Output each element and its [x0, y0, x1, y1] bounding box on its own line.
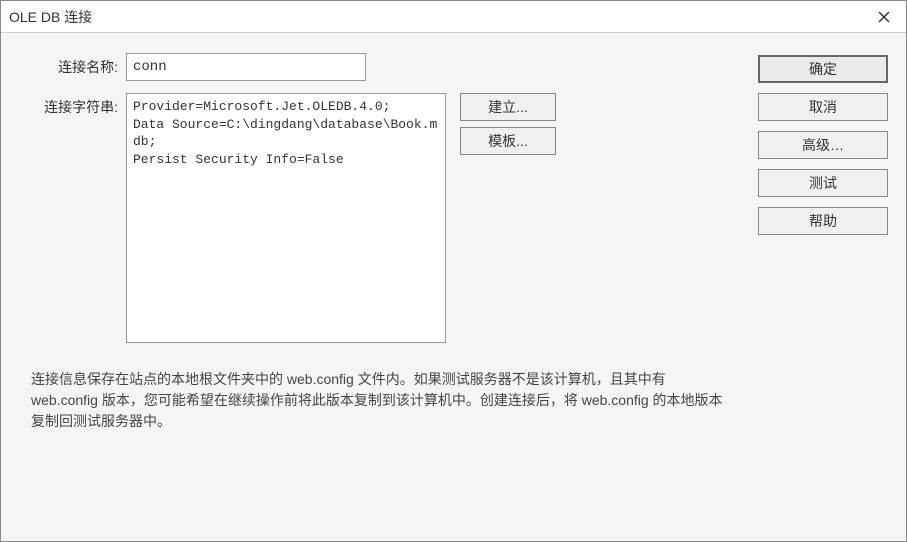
main-column: 连接名称: 连接字符串: 建立... 模板... 连接信息保存在站点的本地根文件…: [31, 53, 740, 523]
mid-buttons: 建立... 模板...: [460, 93, 556, 155]
name-label: 连接名称:: [31, 53, 126, 77]
dialog-body: 连接名称: 连接字符串: 建立... 模板... 连接信息保存在站点的本地根文件…: [1, 33, 906, 541]
connection-name-input[interactable]: [126, 53, 366, 81]
close-icon: [878, 11, 890, 23]
name-row: 连接名称:: [31, 53, 740, 81]
connection-string-textarea[interactable]: [126, 93, 446, 343]
window-title: OLE DB 连接: [9, 7, 92, 27]
template-button[interactable]: 模板...: [460, 127, 556, 155]
advanced-button[interactable]: 高级…: [758, 131, 888, 159]
info-text: 连接信息保存在站点的本地根文件夹中的 web.config 文件内。如果测试服务…: [31, 369, 731, 432]
close-button[interactable]: [870, 5, 898, 29]
right-column: 确定 取消 高级… 测试 帮助: [758, 53, 888, 523]
titlebar: OLE DB 连接: [1, 1, 906, 33]
help-button[interactable]: 帮助: [758, 207, 888, 235]
ok-button[interactable]: 确定: [758, 55, 888, 83]
build-button[interactable]: 建立...: [460, 93, 556, 121]
connstr-label: 连接字符串:: [31, 93, 126, 117]
cancel-button[interactable]: 取消: [758, 93, 888, 121]
dialog-window: OLE DB 连接 连接名称: 连接字符串: 建立... 模板... 连接信息保…: [0, 0, 907, 542]
test-button[interactable]: 测试: [758, 169, 888, 197]
connstr-row: 连接字符串: 建立... 模板...: [31, 93, 740, 343]
